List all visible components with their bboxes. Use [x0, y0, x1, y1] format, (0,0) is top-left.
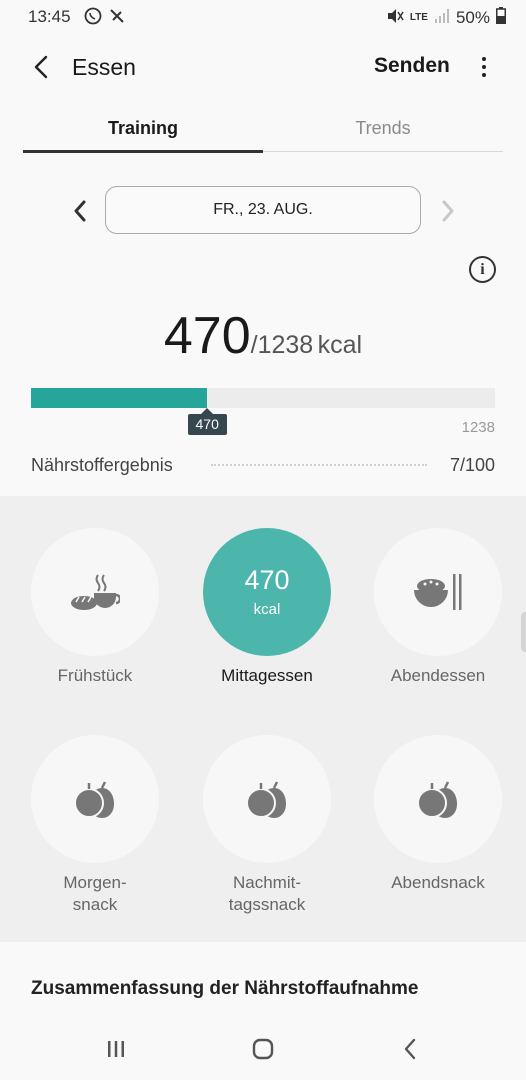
send-button[interactable]: Senden: [374, 54, 450, 78]
meal-dinner-label: Abendessen: [390, 666, 486, 685]
missed-call-icon: [108, 7, 126, 30]
nutrient-score-label: Nährstoffergebnis: [31, 455, 173, 475]
lunch-kcal-value: 470: [244, 564, 290, 595]
info-button[interactable]: i: [469, 256, 496, 283]
meal-morning-snack-label: Morgen- snack: [63, 873, 127, 915]
back-button[interactable]: [26, 50, 56, 84]
status-time: 13:45: [28, 7, 71, 26]
meal-breakfast-button[interactable]: [31, 528, 159, 656]
whatsapp-icon: [84, 7, 102, 30]
calories-consumed: 470: [163, 307, 251, 365]
meal-lunch-button[interactable]: 470 kcal: [203, 528, 331, 656]
edge-panel-handle[interactable]: [521, 612, 526, 652]
meal-lunch-label: Mittagessen: [221, 666, 313, 685]
lte-label: LTE: [409, 12, 428, 23]
more-options-button[interactable]: [472, 50, 496, 84]
back-nav-icon: [404, 1038, 416, 1060]
battery-percent: 50%: [455, 8, 490, 27]
lunch-kcal-unit: kcal: [253, 601, 281, 619]
previous-date-button[interactable]: [66, 196, 94, 226]
nutrient-summary-title: Zusammenfassung der Nährstoffaufnahme: [31, 978, 419, 999]
calorie-progress-fill: [31, 388, 207, 408]
breakfast-icon: [71, 574, 120, 610]
next-date-button[interactable]: [434, 196, 462, 226]
meal-breakfast-label: Frühstück: [57, 666, 133, 685]
dotted-leader: [211, 464, 427, 466]
tab-trends[interactable]: Trends: [263, 118, 503, 154]
tab-training[interactable]: Training: [23, 118, 263, 154]
recent-apps-button[interactable]: [101, 1034, 131, 1064]
tab-active-indicator: [23, 150, 263, 153]
battery-icon: [496, 7, 506, 29]
fruit-icon: [246, 781, 286, 818]
meal-afternoon-snack-button[interactable]: [203, 735, 331, 863]
home-icon: [252, 1038, 274, 1060]
progress-marker-label: 470: [187, 414, 227, 435]
meal-evening-snack-label: Abendsnack: [391, 873, 485, 892]
progress-max-label: 1238: [461, 419, 495, 436]
more-dot: [482, 65, 486, 69]
meal-afternoon-snack-label: Nachmit- tagssnack: [228, 873, 306, 915]
meal-dinner-button[interactable]: [374, 528, 502, 656]
calorie-summary: 470/1238 kcal: [0, 306, 526, 366]
signal-icon: [434, 8, 450, 29]
more-dot: [482, 57, 486, 61]
back-arrow-icon: [34, 55, 48, 79]
meal-evening-snack-button[interactable]: [374, 735, 502, 863]
page-title: Essen: [72, 54, 136, 80]
mute-icon: [386, 8, 404, 29]
date-selector[interactable]: FR., 23. AUG.: [105, 186, 421, 234]
calories-goal: /1238: [250, 331, 314, 359]
chevron-left-icon: [74, 200, 86, 222]
fruit-icon: [417, 781, 457, 818]
calories-unit: kcal: [317, 331, 363, 359]
more-dot: [482, 73, 486, 77]
dinner-bowl-icon: [414, 574, 462, 610]
info-icon: i: [480, 260, 485, 278]
meal-morning-snack-button[interactable]: [31, 735, 159, 863]
nutrient-score-value: 7/100: [449, 455, 495, 475]
status-right: LTE 50%: [386, 7, 506, 29]
chevron-right-icon: [442, 200, 454, 222]
recent-apps-icon: [108, 1041, 124, 1057]
back-nav-button[interactable]: [395, 1034, 425, 1064]
home-button[interactable]: [248, 1034, 278, 1064]
fruit-icon: [74, 781, 114, 818]
